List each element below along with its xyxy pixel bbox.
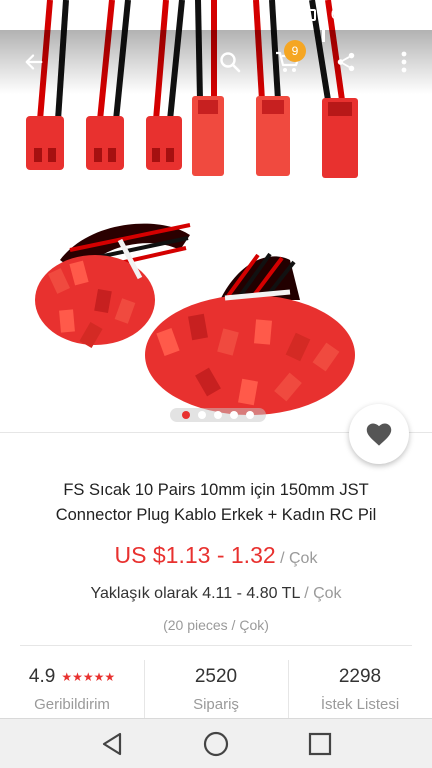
pieces-per-lot: (20 pieces / Çok) (163, 617, 269, 633)
add-to-wishlist-button[interactable] (349, 404, 409, 464)
app-bar: 9 (0, 30, 432, 94)
cart-button[interactable]: 9 (268, 40, 308, 82)
price-row: US $1.13 - 1.32 / Çok (0, 542, 432, 569)
cable-bundles (35, 223, 355, 415)
back-arrow-icon (25, 54, 43, 70)
nav-back-icon (102, 732, 122, 755)
clock: 12:02 (383, 7, 424, 23)
nav-back-button[interactable] (92, 724, 132, 764)
nav-recents-icon (308, 732, 332, 755)
carousel-dot[interactable] (182, 411, 190, 419)
carousel-dot[interactable] (246, 411, 254, 419)
wishlist-label: İstek Listesi (320, 696, 400, 713)
carousel-dot[interactable] (198, 411, 206, 419)
carousel-indicator[interactable] (170, 408, 266, 422)
feedback-label: Geribildirim (34, 696, 110, 713)
rating-value: 4.9 (28, 666, 56, 687)
back-button[interactable] (14, 42, 54, 82)
orders-value: 2520 (194, 666, 238, 687)
approx-price: Yaklaşık olarak 4.11 - 4.80 TL (90, 585, 300, 602)
sim-icon (301, 9, 316, 21)
wishlist-stat[interactable]: 2298 İstek Listesi (288, 660, 432, 718)
more-options-button[interactable] (384, 42, 424, 82)
approx-price-row: Yaklaşık olarak 4.11 - 4.80 TL / Çok (0, 585, 432, 603)
battery-icon (367, 7, 378, 23)
price-unit: / Çok (275, 550, 318, 567)
orders-stat[interactable]: 2520 Sipariş (144, 660, 288, 718)
signal-icon (321, 8, 325, 42)
feedback-stat[interactable]: 4.9 ★★★★★ Geribildirim (0, 660, 144, 718)
screen: 68% 12:02 9 FS Sıcak 10 Pairs 10mm için … (0, 0, 432, 768)
carousel-dot[interactable] (214, 411, 222, 419)
nav-recents-button[interactable] (300, 724, 340, 764)
share-button[interactable] (326, 42, 366, 82)
search-button[interactable] (210, 42, 250, 82)
nav-home-icon (203, 731, 229, 756)
nav-home-button[interactable] (196, 724, 236, 764)
orders-label: Sipariş (193, 696, 239, 713)
battery-percent: 68% (330, 7, 362, 23)
divider (20, 645, 412, 646)
product-title-line: FS Sıcak 10 Pairs 10mm için 150mm JST (63, 481, 369, 499)
heart-icon (366, 423, 392, 446)
search-icon (220, 52, 241, 73)
product-title: FS Sıcak 10 Pairs 10mm için 150mm JST Co… (20, 478, 412, 528)
price: US $1.13 - 1.32 (114, 542, 276, 568)
cart-count-badge: 9 (284, 40, 306, 62)
status-bar: 68% 12:02 (0, 0, 432, 42)
approx-price-unit: / Çok (299, 585, 342, 602)
product-title-line: Connector Plug Kablo Erkek + Kadın RC Pi… (55, 506, 377, 524)
more-vertical-icon (401, 51, 407, 73)
wishlist-value: 2298 (338, 666, 382, 687)
stats-row: 4.9 ★★★★★ Geribildirim 2520 Sipariş 2298… (0, 660, 432, 718)
system-navigation-bar (0, 718, 432, 768)
carousel-dot[interactable] (230, 411, 238, 419)
share-icon (337, 52, 355, 72)
rating-stars: ★★★★★ (61, 670, 116, 684)
